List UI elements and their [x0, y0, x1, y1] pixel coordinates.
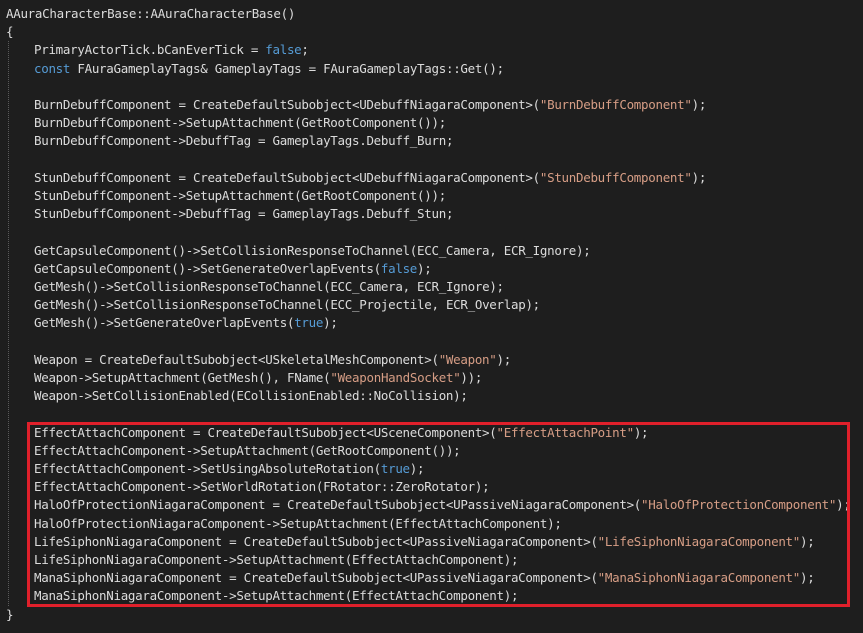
code-line: GetCapsuleComponent()->SetCollisionRespo…: [34, 242, 591, 258]
code-line: Weapon->SetupAttachment(GetMesh(), FName…: [34, 370, 483, 385]
code-editor[interactable]: AAuraCharacterBase::AAuraCharacterBase()…: [0, 0, 863, 633]
code-line: BurnDebuffComponent->SetupAttachment(Get…: [34, 115, 446, 131]
code-line: StunDebuffComponent = CreateDefaultSubob…: [34, 169, 707, 185]
code-line: Weapon = CreateDefaultSubobject<USkeleta…: [34, 351, 511, 367]
code-line: GetCapsuleComponent()->SetGenerateOverla…: [34, 260, 432, 276]
code-line: StunDebuffComponent->DebuffTag = Gamepla…: [34, 206, 454, 222]
code-line: Weapon->SetCollisionEnabled(ECollisionEn…: [34, 388, 468, 404]
code-line: {: [6, 24, 14, 40]
code-line: GetMesh()->SetGenerateOverlapEvents(true…: [34, 315, 338, 331]
code-line: GetMesh()->SetCollisionResponseToChannel…: [34, 297, 540, 313]
code-line: PrimaryActorTick.bCanEverTick = false;: [34, 42, 309, 58]
code-line: BurnDebuffComponent = CreateDefaultSubob…: [34, 97, 707, 112]
code-line: AAuraCharacterBase::AAuraCharacterBase(): [6, 6, 296, 21]
code-line: }: [6, 606, 14, 622]
indent-guide: [8, 41, 9, 606]
code-line: GetMesh()->SetCollisionResponseToChannel…: [34, 279, 504, 294]
code-line: BurnDebuffComponent->DebuffTag = Gamepla…: [34, 133, 454, 149]
code-line: StunDebuffComponent->SetupAttachment(Get…: [34, 188, 446, 203]
highlight-box: [27, 422, 850, 607]
code-line: const FAuraGameplayTags& GameplayTags = …: [34, 60, 504, 76]
